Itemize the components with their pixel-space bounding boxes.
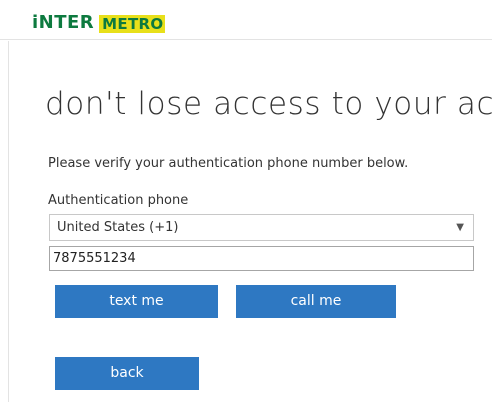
- dropdown-arrow-icon: ▼: [456, 222, 464, 233]
- country-code-select[interactable]: United States (+1) ▼: [49, 214, 474, 241]
- back-button[interactable]: back: [55, 357, 199, 390]
- account-verification-page: iNTER METRO don't lose access to your ac…: [0, 0, 492, 402]
- text-me-button[interactable]: text me: [55, 285, 218, 318]
- authentication-phone-label: Authentication phone: [48, 193, 189, 208]
- instruction-text: Please verify your authentication phone …: [48, 156, 409, 171]
- main-content: don't lose access to your ac Please veri…: [0, 0, 492, 402]
- call-me-button[interactable]: call me: [236, 285, 396, 318]
- phone-number-input[interactable]: [49, 246, 474, 271]
- page-title: don't lose access to your ac: [45, 86, 492, 122]
- country-code-selected-value: United States (+1): [57, 220, 179, 235]
